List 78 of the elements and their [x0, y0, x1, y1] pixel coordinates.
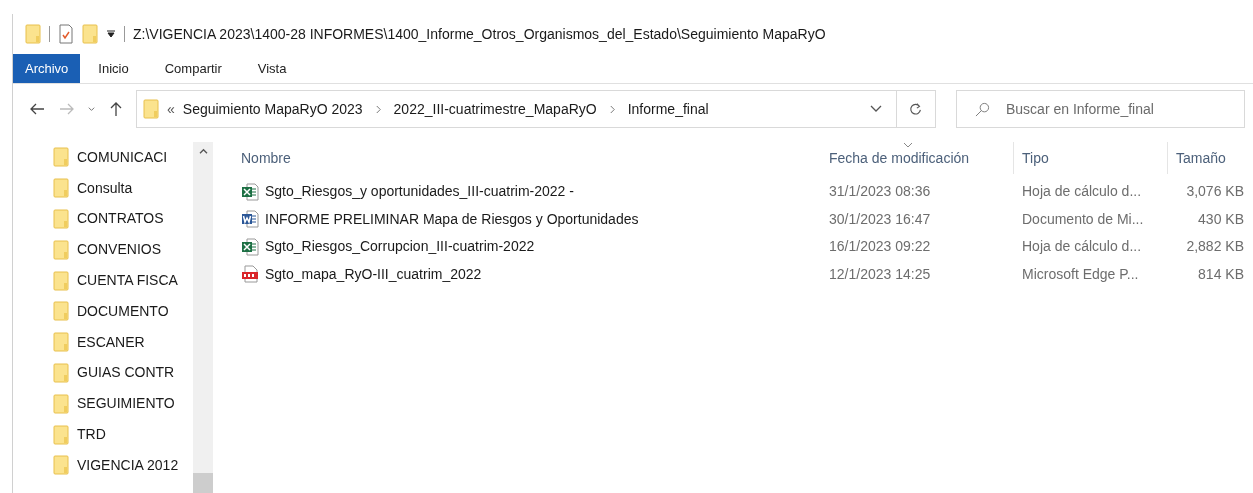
- column-header[interactable]: Nombre: [241, 142, 829, 174]
- file-row[interactable]: Sgto_Riesgos_y oportunidades_III-cuatrim-2022 - 31/1/2023 08:36 Hoja de cálculo d... 3,076 KB: [241, 178, 1253, 206]
- ribbon-tab[interactable]: Vista: [239, 54, 305, 83]
- date-cell-text: 12/1/2023 14:25: [829, 264, 932, 284]
- file-row[interactable]: Sgto_mapa_RyO-III_cuatrim_2022 12/1/2023 14:25 Microsoft Edge P... 814 KB: [241, 260, 1253, 288]
- folder-icon: [53, 147, 69, 168]
- size-cell-text: 2,882 KB: [1185, 237, 1244, 257]
- file-row[interactable]: INFORME PRELIMINAR Mapa de Riesgos y Oportunidades 30/1/2023 16:47 Documento de Mi... 430 KB: [241, 205, 1253, 233]
- folder-icon: [53, 455, 69, 476]
- nav-folder-item[interactable]: ESCANER: [53, 326, 193, 358]
- search-field[interactable]: Buscar en Informe_final: [956, 90, 1245, 128]
- column-header[interactable]: Tipo: [1014, 142, 1168, 174]
- properties-icon[interactable]: [58, 24, 74, 44]
- file-row[interactable]: Sgto_Riesgos_Corrupcion_III-cuatrim-2022 16/1/2023 09:22 Hoja de cálculo d... 2,882 KB: [241, 233, 1253, 261]
- type-cell-text: Hoja de cálculo d...: [1021, 182, 1143, 202]
- nav-folder-item[interactable]: VIGENCIA 2012: [53, 449, 193, 481]
- folder-icon: [53, 270, 69, 291]
- nav-folder-item[interactable]: Consulta: [53, 172, 193, 204]
- nav-folder-item[interactable]: CONTRATOS: [53, 203, 193, 235]
- folder-icon: [82, 24, 98, 44]
- up-arrow-icon[interactable]: [108, 101, 124, 117]
- chevron-right-icon: [608, 104, 616, 114]
- file-menu-button[interactable]: Archivo: [13, 54, 81, 83]
- folder-icon: [143, 99, 159, 119]
- file-name: Sgto_mapa_RyO-III_cuatrim_2022: [265, 264, 482, 284]
- ribbon-tab[interactable]: Inicio: [80, 54, 147, 83]
- breadcrumb[interactable]: 2022_III-cuatrimestre_MapaRyO: [393, 98, 597, 120]
- folder-icon: [53, 362, 69, 383]
- folder-icon: [53, 332, 69, 353]
- sort-indicator-icon: [902, 142, 913, 148]
- scroll-thumb[interactable]: [193, 473, 213, 493]
- folder-icon: [25, 24, 41, 44]
- overflow-chevron[interactable]: «: [167, 98, 175, 120]
- breadcrumb[interactable]: Informe_final: [627, 98, 709, 120]
- back-arrow-icon[interactable]: [29, 101, 45, 117]
- window-title: Z:\VIGENCIA 2023\1400-28 INFORMES\1400_Informe_Otros_Organismos_del_Estado\Seguimiento MapaRyO: [133, 24, 826, 44]
- date-cell-text: 31/1/2023 08:36: [829, 182, 932, 202]
- size-cell-text: 430 KB: [1197, 209, 1244, 229]
- type-cell-text: Hoja de cálculo d...: [1021, 237, 1143, 257]
- folder-icon: [53, 178, 69, 199]
- pdf-file-icon: [241, 265, 259, 284]
- nav-folder-item[interactable]: COMUNICACI: [53, 142, 193, 173]
- nav-folder-item[interactable]: TRD: [53, 419, 193, 450]
- ribbon-tab[interactable]: Compartir: [146, 54, 240, 83]
- spreadsheet-file-icon: [241, 182, 259, 201]
- scrollbar[interactable]: [193, 142, 213, 493]
- dropdown-icon[interactable]: [106, 29, 116, 39]
- column-header[interactable]: Fecha de modificación: [829, 142, 1014, 174]
- chevron-down-icon[interactable]: [870, 104, 882, 114]
- breadcrumb[interactable]: Seguimiento MapaRyO 2023: [182, 98, 363, 120]
- type-cell-text: Microsoft Edge P...: [1021, 264, 1140, 284]
- column-header[interactable]: Tamaño: [1168, 142, 1238, 174]
- nav-folder-item[interactable]: CONVENIOS: [53, 234, 193, 266]
- size-cell-text: 3,076 KB: [1185, 182, 1244, 202]
- folder-icon: [53, 301, 69, 322]
- document-file-icon: [241, 210, 259, 229]
- size-cell-text: 814 KB: [1197, 264, 1244, 284]
- folder-icon: [53, 424, 69, 445]
- type-cell-text: Documento de Mi...: [1021, 209, 1145, 229]
- nav-folder-item[interactable]: CUENTA FISCA: [53, 265, 193, 296]
- nav-folder-item[interactable]: DOCUMENTO: [53, 296, 193, 327]
- date-cell-text: 30/1/2023 16:47: [829, 209, 932, 229]
- date-cell-text: 16/1/2023 09:22: [829, 237, 932, 257]
- spreadsheet-file-icon: [241, 237, 259, 256]
- address-bar[interactable]: « Seguimiento MapaRyO 2023 2022_III-cuatrimestre_MapaRyO Informe_final: [136, 90, 936, 128]
- folder-icon: [53, 209, 69, 229]
- folder-icon: [53, 239, 69, 260]
- folder-icon: [53, 393, 69, 414]
- chevron-right-icon: [374, 104, 382, 114]
- file-name: INFORME PRELIMINAR Mapa de Riesgos y Oportunidades: [265, 209, 639, 229]
- search-icon: [975, 101, 990, 117]
- chevron-down-icon[interactable]: [87, 104, 96, 114]
- nav-folder-item[interactable]: SEGUIMIENTO: [53, 388, 193, 420]
- refresh-icon[interactable]: [909, 102, 923, 116]
- file-name: Sgto_Riesgos_Corrupcion_III-cuatrim-2022: [265, 237, 535, 257]
- scroll-up-icon[interactable]: [198, 148, 208, 155]
- nav-folder-item[interactable]: GUIAS CONTR: [53, 357, 193, 389]
- file-name: Sgto_Riesgos_y oportunidades_III-cuatrim-2022 -: [265, 182, 574, 202]
